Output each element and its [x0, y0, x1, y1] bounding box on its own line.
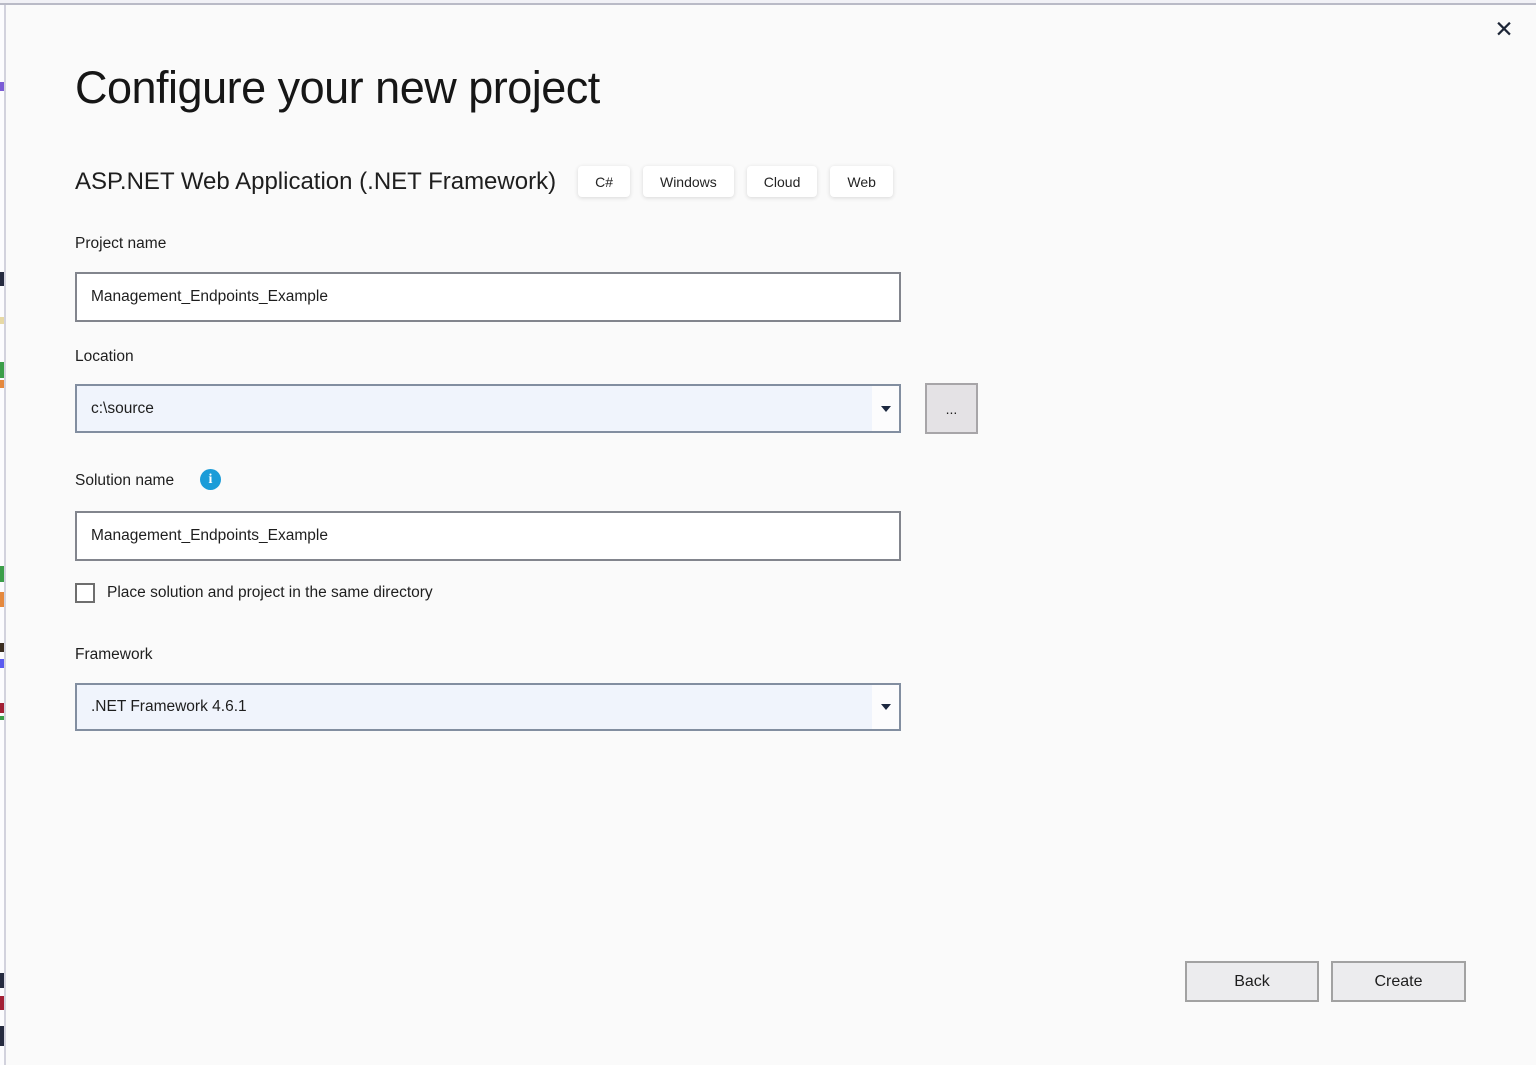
framework-label: Framework — [75, 646, 153, 664]
location-label: Location — [75, 348, 134, 366]
template-name: ASP.NET Web Application (.NET Framework) — [75, 168, 556, 196]
tag-csharp: C# — [578, 166, 630, 197]
page-title: Configure your new project — [75, 62, 600, 114]
template-summary: ASP.NET Web Application (.NET Framework)… — [75, 166, 893, 197]
chevron-down-icon — [881, 406, 891, 412]
solution-name-input[interactable] — [75, 511, 901, 561]
same-directory-checkbox-row[interactable]: Place solution and project in the same d… — [75, 583, 433, 603]
same-directory-checkbox[interactable] — [75, 583, 95, 603]
edge-fragment — [0, 996, 4, 1010]
framework-combobox[interactable]: .NET Framework 4.6.1 — [75, 683, 901, 731]
edge-fragment — [0, 659, 4, 668]
location-dropdown-button[interactable] — [872, 386, 899, 431]
create-button[interactable]: Create — [1331, 961, 1466, 1002]
location-combobox[interactable]: c:\source — [75, 384, 901, 433]
edge-fragment — [0, 643, 4, 652]
edge-fragment — [0, 973, 4, 988]
edge-fragment — [0, 380, 4, 388]
project-name-input[interactable] — [75, 272, 901, 322]
tag-cloud: Cloud — [747, 166, 818, 197]
edge-fragment — [0, 317, 4, 324]
location-value[interactable]: c:\source — [77, 386, 872, 431]
edge-fragment — [0, 272, 4, 286]
window-left-border — [4, 5, 6, 1065]
info-icon[interactable]: i — [200, 469, 221, 490]
edge-fragment — [0, 566, 4, 582]
framework-dropdown-button[interactable] — [872, 685, 899, 729]
project-name-label: Project name — [75, 235, 166, 253]
solution-name-label: Solution name — [75, 472, 174, 490]
tag-web: Web — [830, 166, 893, 197]
edge-fragment — [0, 1026, 4, 1046]
chevron-down-icon — [881, 704, 891, 710]
tag-windows: Windows — [643, 166, 734, 197]
edge-fragment — [0, 716, 4, 720]
back-button[interactable]: Back — [1185, 961, 1319, 1002]
same-directory-checkbox-label: Place solution and project in the same d… — [107, 584, 433, 602]
window-top-border — [0, 3, 1536, 5]
edge-fragment — [0, 703, 4, 713]
edge-fragment — [0, 362, 4, 378]
edge-fragment — [0, 592, 4, 607]
browse-location-button[interactable]: ... — [925, 383, 978, 434]
edge-fragment — [0, 82, 4, 91]
close-icon[interactable]: ✕ — [1487, 12, 1521, 46]
framework-value[interactable]: .NET Framework 4.6.1 — [77, 685, 872, 729]
template-tags: C# Windows Cloud Web — [578, 166, 893, 197]
